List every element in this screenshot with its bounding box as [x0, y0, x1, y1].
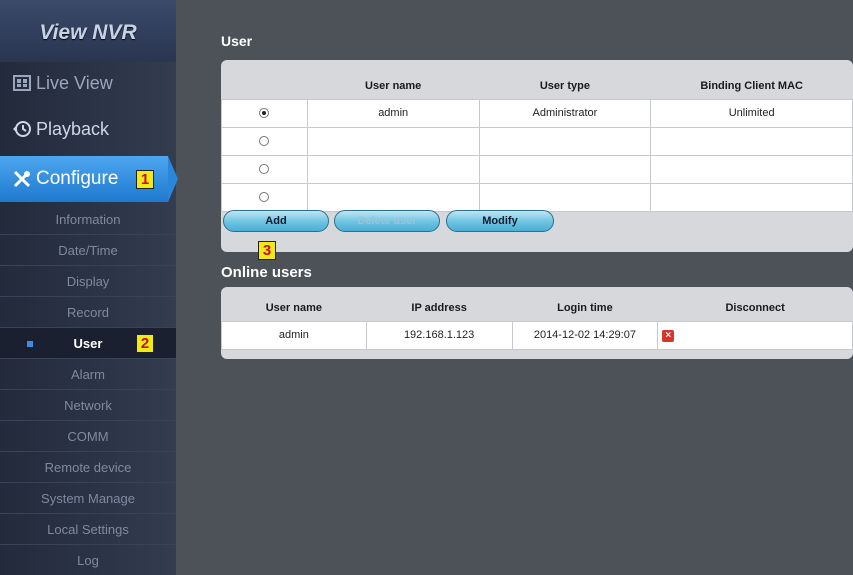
online-users-header: User name IP address Login time Disconne… — [222, 295, 853, 321]
nav-live-view[interactable]: Live View — [0, 60, 176, 106]
sub-nav-alarm[interactable]: Alarm — [0, 359, 176, 390]
sub-nav-date-time[interactable]: Date/Time — [0, 235, 176, 266]
modify-button[interactable]: Modify — [446, 210, 554, 232]
live-view-icon — [12, 73, 32, 93]
online-users-table: User name IP address Login time Disconne… — [221, 295, 853, 350]
ip-address-cell: 192.168.1.123 — [365, 320, 513, 350]
sub-nav-log[interactable]: Log — [0, 545, 176, 575]
sub-nav-system-manage[interactable]: System Manage — [0, 483, 176, 514]
row-select-cell[interactable] — [221, 182, 308, 212]
close-icon[interactable]: × — [662, 329, 675, 342]
active-indicator — [27, 341, 33, 347]
binding-mac-cell — [650, 182, 853, 212]
user-name-cell: admin — [306, 98, 480, 128]
delete-user-button[interactable]: Delete user — [334, 210, 440, 232]
select-column-header — [222, 73, 308, 99]
user-type-cell — [478, 182, 652, 212]
brand-title: View NVR — [0, 0, 176, 62]
login-time-cell: 2014-12-02 14:29:07 — [511, 320, 659, 350]
user-type-cell — [478, 126, 652, 156]
annotation-badge-2: 2 — [136, 334, 154, 353]
column-header: User name — [265, 301, 322, 314]
column-header: Disconnect — [725, 301, 785, 314]
nav-live-view-label: Live View — [36, 72, 113, 93]
wrench-screwdriver-icon — [12, 169, 32, 189]
table-row[interactable] — [221, 126, 853, 156]
binding-mac-cell — [650, 154, 853, 184]
column-header: User name — [365, 79, 422, 92]
nav-playback[interactable]: Playback — [0, 106, 176, 152]
user-type-cell — [478, 154, 652, 184]
table-row[interactable]: admin Administrator Unlimited — [221, 98, 853, 128]
sub-nav-local-settings[interactable]: Local Settings — [0, 514, 176, 545]
sub-nav-record[interactable]: Record — [0, 297, 176, 328]
sub-nav-information[interactable]: Information — [0, 204, 176, 235]
disconnect-cell: × — [657, 320, 853, 350]
user-table-header: User name User type Binding Client MAC — [222, 73, 853, 99]
table-row[interactable] — [221, 154, 853, 184]
user-table: User name User type Binding Client MAC a… — [221, 73, 853, 212]
sub-nav-remote-device[interactable]: Remote device — [0, 452, 176, 483]
sub-nav-comm[interactable]: COMM — [0, 421, 176, 452]
add-button[interactable]: Add — [223, 210, 329, 232]
binding-mac-cell: Unlimited — [650, 98, 853, 128]
user-name-cell — [306, 154, 480, 184]
sub-nav-network[interactable]: Network — [0, 390, 176, 421]
user-name-cell — [306, 126, 480, 156]
row-radio[interactable] — [259, 164, 270, 175]
table-row[interactable] — [221, 182, 853, 212]
playback-icon — [12, 119, 32, 139]
column-header: IP address — [411, 301, 467, 314]
row-radio[interactable] — [259, 136, 270, 147]
row-select-cell[interactable] — [221, 154, 308, 184]
user-name-cell — [306, 182, 480, 212]
row-select-cell[interactable] — [221, 126, 308, 156]
row-radio[interactable] — [259, 108, 270, 119]
online-user-name-cell: admin — [221, 320, 367, 350]
sidebar: View NVR Live View Playback Configure 1 … — [0, 0, 178, 575]
user-section-title: User — [221, 33, 253, 49]
sub-nav-display[interactable]: Display — [0, 266, 176, 297]
row-select-cell[interactable] — [221, 98, 308, 128]
annotation-badge-3: 3 — [258, 241, 276, 260]
column-header: Login time — [557, 301, 613, 314]
row-radio[interactable] — [259, 192, 270, 203]
online-users-title: Online users — [221, 264, 312, 281]
binding-mac-cell — [650, 126, 853, 156]
nav-playback-label: Playback — [36, 118, 110, 139]
nav-configure-label: Configure — [36, 168, 119, 189]
column-header: User type — [539, 79, 590, 92]
user-type-cell: Administrator — [478, 98, 652, 128]
table-row: admin 192.168.1.123 2014-12-02 14:29:07 … — [221, 320, 853, 350]
column-header: Binding Client MAC — [700, 79, 803, 92]
sub-nav-user-label: User — [73, 336, 103, 351]
annotation-badge-1: 1 — [136, 170, 154, 189]
